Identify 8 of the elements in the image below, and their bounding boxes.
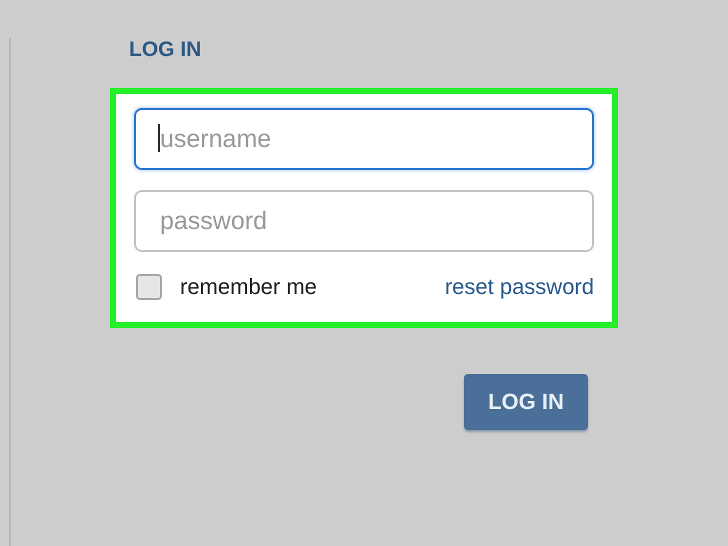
login-button[interactable]: LOG IN <box>464 374 588 430</box>
checkbox[interactable] <box>136 274 162 300</box>
text-cursor <box>158 124 160 152</box>
login-heading: LOG IN <box>129 38 202 62</box>
input-field[interactable]: username <box>134 108 594 170</box>
remember-label: remember me <box>180 274 317 300</box>
input-field[interactable]: password <box>134 190 594 252</box>
reset-password-link[interactable]: reset password <box>444 274 594 300</box>
